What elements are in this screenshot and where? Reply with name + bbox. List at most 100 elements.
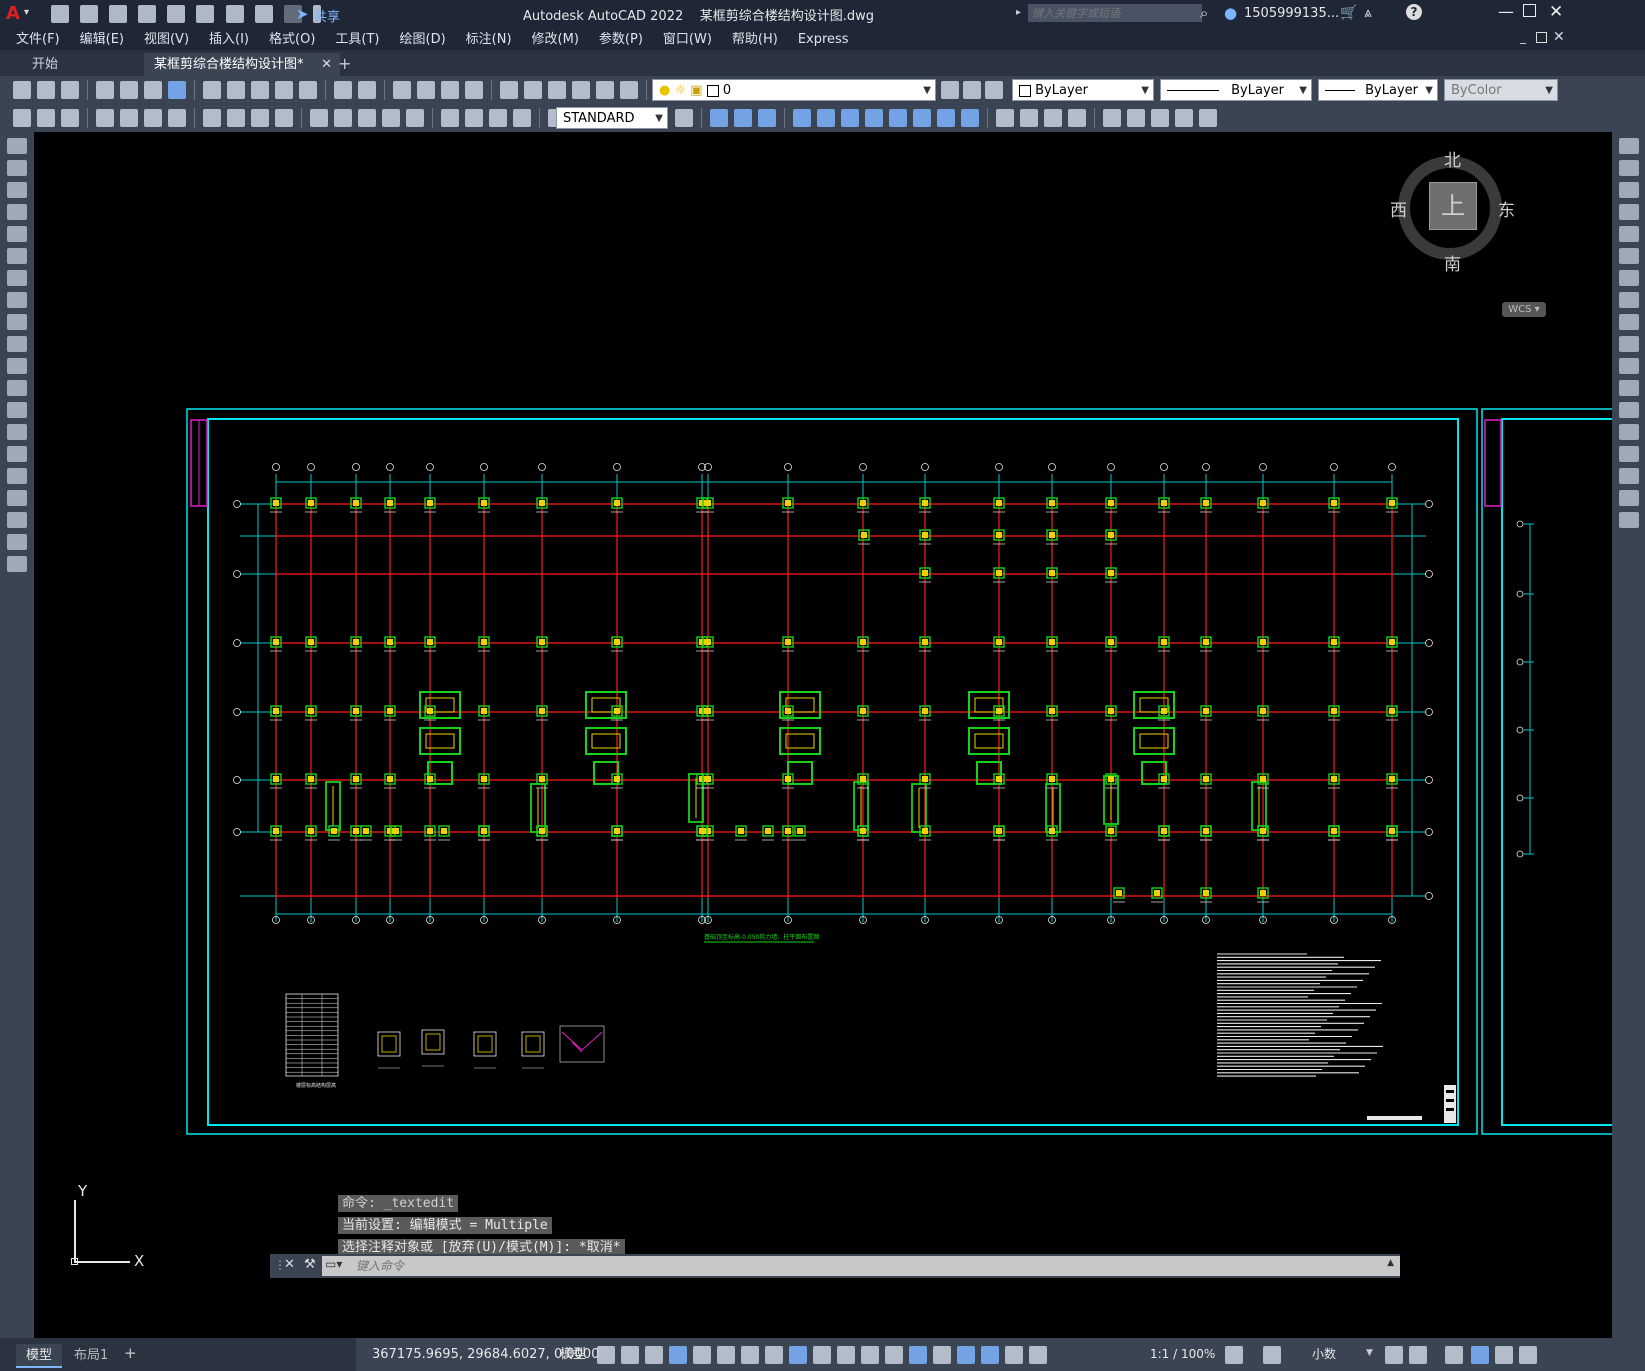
3d-tool-11-icon[interactable] — [961, 109, 979, 127]
customization-icon[interactable] — [1519, 1346, 1537, 1364]
cut-icon[interactable] — [203, 81, 221, 99]
match-properties-icon[interactable] — [275, 81, 293, 99]
render-tool-3-icon[interactable] — [1044, 109, 1062, 127]
doc-minimize-icon[interactable]: _ — [1520, 30, 1526, 44]
trim-icon[interactable] — [1619, 336, 1639, 352]
polyline-icon[interactable] — [7, 182, 27, 198]
annotation-scale-icon[interactable] — [1029, 1346, 1047, 1364]
workspace-gear-icon[interactable] — [1225, 1346, 1243, 1364]
quick-properties-icon[interactable] — [1385, 1346, 1403, 1364]
linear-dim-icon[interactable] — [96, 109, 114, 127]
zoom-window-icon[interactable] — [441, 81, 459, 99]
menu-insert[interactable]: 插入(I) — [209, 29, 249, 51]
undo-icon[interactable] — [254, 5, 273, 23]
tool-2-icon[interactable] — [37, 109, 55, 127]
circle-icon[interactable] — [7, 270, 27, 286]
view-tool-3-icon[interactable] — [1151, 109, 1169, 127]
multiline-text-icon[interactable] — [7, 534, 27, 550]
search-input[interactable] — [1028, 4, 1202, 22]
render-tool-1-icon[interactable] — [996, 109, 1014, 127]
menu-view[interactable]: 视图(V) — [144, 29, 189, 51]
spline-icon[interactable] — [7, 314, 27, 330]
polar-icon[interactable] — [717, 1346, 735, 1364]
tolerance-icon[interactable] — [441, 109, 459, 127]
command-input-wrap[interactable]: ▭▾ ▲ — [322, 1256, 1400, 1276]
dim-space-icon[interactable] — [382, 109, 400, 127]
command-close-icon[interactable]: ✕ — [284, 1257, 295, 1272]
isodraft-icon[interactable] — [741, 1346, 759, 1364]
menu-format[interactable]: 格式(O) — [269, 29, 315, 51]
help-icon[interactable]: ? — [1406, 4, 1422, 20]
erase-icon[interactable] — [1619, 138, 1639, 154]
dynamic-input-icon[interactable] — [669, 1346, 687, 1364]
properties-icon[interactable] — [500, 81, 518, 99]
chevron-down-icon[interactable]: ▼ — [1366, 1348, 1373, 1358]
dynamic-ucs-icon[interactable] — [909, 1346, 927, 1364]
view-tool-2-icon[interactable] — [1127, 109, 1145, 127]
dim-style-icon[interactable] — [675, 109, 693, 127]
plot-preview-icon[interactable] — [120, 81, 138, 99]
menu-express[interactable]: Express — [798, 29, 849, 51]
break-icon[interactable] — [1619, 402, 1639, 418]
table-icon[interactable] — [7, 512, 27, 528]
fillet-icon[interactable] — [1619, 468, 1639, 484]
array-icon[interactable] — [1619, 226, 1639, 242]
radius-icon[interactable] — [203, 109, 221, 127]
baseline-icon[interactable] — [334, 109, 352, 127]
zoom-realtime-icon[interactable] — [417, 81, 435, 99]
explode-icon[interactable] — [1619, 512, 1639, 528]
scale-icon[interactable] — [1619, 292, 1639, 308]
annotation-visibility-icon[interactable] — [981, 1346, 999, 1364]
gradient-icon[interactable] — [7, 468, 27, 484]
continue-icon[interactable] — [358, 109, 376, 127]
tab-drawing[interactable]: 某框剪综合楼结构设计图* ✕ — [144, 53, 340, 76]
rotate-icon[interactable] — [1619, 270, 1639, 286]
arc-icon[interactable] — [7, 248, 27, 264]
design-center-icon[interactable] — [524, 81, 542, 99]
ucs-menu-button[interactable]: WCS ▾ — [1502, 302, 1546, 317]
3d-tool-6-icon[interactable] — [841, 109, 859, 127]
render-tool-2-icon[interactable] — [1020, 109, 1038, 127]
chamfer-icon[interactable] — [1619, 446, 1639, 462]
blend-curves-icon[interactable] — [1619, 490, 1639, 506]
break-at-point-icon[interactable] — [1619, 380, 1639, 396]
3d-tool-5-icon[interactable] — [817, 109, 835, 127]
arc-length-icon[interactable] — [144, 109, 162, 127]
add-layout-button[interactable]: + — [124, 1344, 137, 1362]
grid-icon[interactable] — [597, 1346, 615, 1364]
diameter-icon[interactable] — [251, 109, 269, 127]
menu-parametric[interactable]: 参数(P) — [599, 29, 643, 51]
new-icon[interactable] — [51, 5, 69, 23]
command-scroll-up-icon[interactable]: ▲ — [1387, 1258, 1394, 1268]
rectangle-icon[interactable] — [7, 226, 27, 242]
object-snap-icon[interactable] — [789, 1346, 807, 1364]
units-dropdown[interactable]: 小数 — [1312, 1338, 1336, 1371]
make-current-layer-icon[interactable] — [941, 81, 959, 99]
tab-start[interactable]: 开始 — [22, 53, 152, 76]
move-icon[interactable] — [1619, 248, 1639, 264]
plotstyle-dropdown[interactable]: ByColor ▼ — [1444, 79, 1558, 101]
layout-tab-model[interactable]: 模型 — [16, 1344, 63, 1368]
layer-states-icon[interactable] — [985, 81, 1003, 99]
snap-icon[interactable] — [621, 1346, 639, 1364]
aligned-dim-icon[interactable] — [120, 109, 138, 127]
join-icon[interactable] — [1619, 424, 1639, 440]
graphics-performance-icon[interactable] — [1471, 1346, 1489, 1364]
construction-line-icon[interactable] — [7, 160, 27, 176]
viewcube-face-top[interactable]: 上 — [1429, 182, 1477, 230]
revision-cloud-icon[interactable] — [7, 292, 27, 308]
menu-draw[interactable]: 绘图(D) — [400, 29, 446, 51]
tool-1-icon[interactable] — [13, 109, 31, 127]
transparency-icon[interactable] — [837, 1346, 855, 1364]
selection-filter-icon[interactable] — [933, 1346, 951, 1364]
3d-tool-7-icon[interactable] — [865, 109, 883, 127]
insert-block-icon[interactable] — [7, 380, 27, 396]
inspect-icon[interactable] — [489, 109, 507, 127]
3d-tool-2-icon[interactable] — [734, 109, 752, 127]
jogged-icon[interactable] — [227, 109, 245, 127]
3d-tool-8-icon[interactable] — [889, 109, 907, 127]
new-icon[interactable] — [13, 81, 31, 99]
region-icon[interactable] — [7, 490, 27, 506]
menu-modify[interactable]: 修改(M) — [532, 29, 579, 51]
open-web-icon[interactable] — [167, 5, 186, 23]
